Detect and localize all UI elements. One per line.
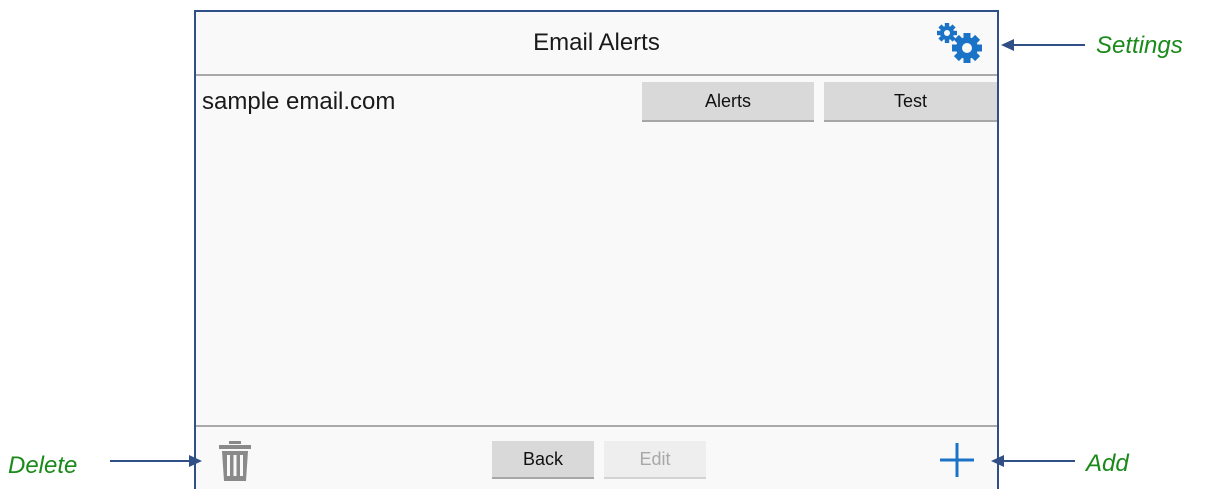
footer-toolbar: Back Edit bbox=[196, 425, 997, 489]
email-address: sample email.com bbox=[202, 88, 396, 115]
trash-icon[interactable] bbox=[218, 441, 252, 481]
delete-arrow bbox=[110, 455, 202, 467]
list-item: sample email.com Alerts Test bbox=[196, 78, 997, 128]
back-button[interactable]: Back bbox=[492, 441, 594, 479]
test-button[interactable]: Test bbox=[824, 82, 997, 122]
edit-button[interactable]: Edit bbox=[604, 441, 706, 479]
alerts-button[interactable]: Alerts bbox=[642, 82, 814, 122]
delete-annotation: Delete bbox=[8, 452, 78, 479]
add-arrow bbox=[991, 455, 1075, 467]
plus-icon[interactable] bbox=[940, 443, 974, 477]
page-title: Email Alerts bbox=[533, 29, 660, 56]
add-annotation: Add bbox=[1086, 450, 1129, 477]
header: Email Alerts bbox=[196, 12, 997, 76]
settings-arrow bbox=[1001, 39, 1085, 51]
gears-icon[interactable] bbox=[931, 20, 987, 66]
app-screen: Email Alerts sample email.com Alerts Tes… bbox=[194, 10, 999, 489]
settings-annotation: Settings bbox=[1096, 32, 1183, 59]
